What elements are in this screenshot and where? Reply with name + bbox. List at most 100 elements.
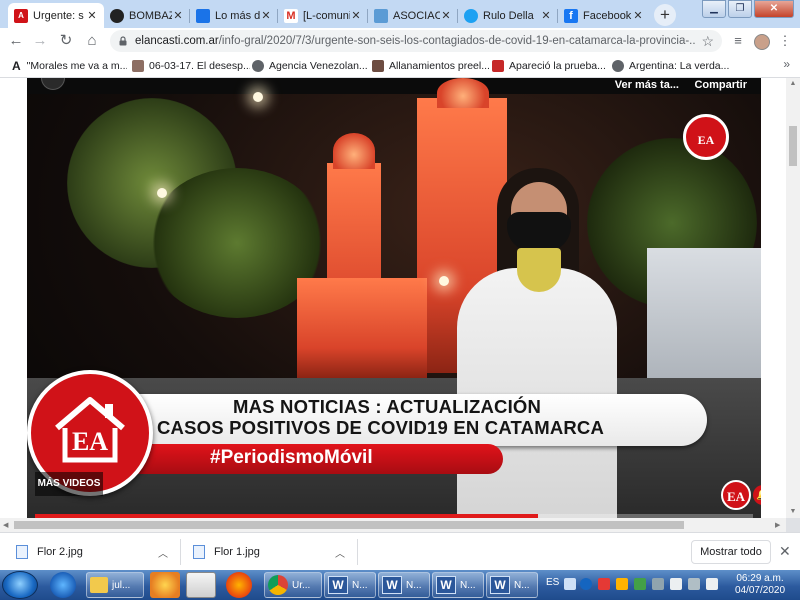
- profile-avatar[interactable]: [752, 31, 772, 51]
- vertical-scrollbar[interactable]: ▲ ▼: [786, 78, 800, 518]
- bookmark-item[interactable]: Argentina: La verda...: [612, 58, 764, 74]
- folder-icon: [90, 577, 108, 593]
- tab-title: Lo más de: [215, 9, 260, 22]
- battery-icon[interactable]: [688, 578, 700, 590]
- close-tab-icon[interactable]: ✕: [260, 9, 272, 22]
- taskbar-chrome-window[interactable]: Ur...: [264, 572, 322, 598]
- back-arrow-icon[interactable]: ←: [6, 31, 26, 51]
- downloads-shelf: Flor 2.jpg ︿ Flor 1.jpg ︿ Mostrar todo ✕: [0, 532, 800, 570]
- word-icon: W: [328, 576, 348, 594]
- close-tab-icon[interactable]: ✕: [540, 9, 552, 22]
- volume-icon[interactable]: [670, 578, 682, 590]
- scroll-up-icon[interactable]: ▲: [789, 80, 797, 88]
- taskbar-word-window[interactable]: W N...: [432, 572, 484, 598]
- paint-app-icon[interactable]: [150, 572, 180, 598]
- scroll-left-icon[interactable]: ◀: [3, 521, 8, 529]
- media-player-icon[interactable]: [186, 572, 216, 598]
- tab-gmail[interactable]: M [L-comuni ✕: [278, 3, 368, 28]
- new-tab-button[interactable]: +: [654, 4, 676, 26]
- language-indicator[interactable]: ES: [546, 577, 559, 588]
- taskbar-word-window[interactable]: W N...: [324, 572, 376, 598]
- system-clock[interactable]: 06:29 a.m. 04/07/2020: [730, 573, 790, 597]
- app-tray-icon[interactable]: [616, 578, 628, 590]
- close-shelf-icon[interactable]: ✕: [779, 543, 791, 560]
- show-all-downloads-button[interactable]: Mostrar todo: [691, 540, 771, 564]
- tab-title: [L-comuni: [303, 9, 350, 22]
- tab-title: BOMBAZO: [129, 9, 172, 22]
- lower-third-line2: CASOS POSITIVOS DE COVID19 EN CATAMARCA: [157, 417, 605, 438]
- reload-icon[interactable]: ↻: [56, 31, 76, 51]
- keyboard-icon[interactable]: [564, 578, 576, 590]
- church-dome-left: [333, 133, 375, 169]
- bookmark-star-icon[interactable]: ☆: [701, 33, 714, 50]
- security-icon[interactable]: [598, 578, 610, 590]
- download-filename: Flor 1.jpg: [214, 546, 260, 558]
- scrollbar-thumb[interactable]: [14, 521, 684, 529]
- logo-text: EA: [71, 427, 109, 456]
- flag-icon[interactable]: [706, 578, 718, 590]
- globe-icon: [252, 60, 264, 72]
- tab-bombazo[interactable]: BOMBAZO ✕: [104, 3, 190, 28]
- scroll-down-icon[interactable]: ▼: [789, 508, 797, 516]
- chevron-up-icon[interactable]: ︿: [158, 545, 168, 560]
- street-lamp: [157, 188, 167, 198]
- maximize-icon[interactable]: ❐: [728, 0, 752, 18]
- help-icon[interactable]: [580, 578, 592, 590]
- menu-dots-icon[interactable]: ⋮: [776, 31, 794, 51]
- bell-icon[interactable]: 🔔: [753, 485, 761, 505]
- more-videos-button[interactable]: MÁS VIDEOS: [35, 472, 103, 496]
- tab-asociacion[interactable]: ASOCIACI ✕: [368, 3, 458, 28]
- window-label: N...: [460, 579, 476, 591]
- watch-more-link[interactable]: Ver más ta...: [615, 79, 679, 91]
- elancasti-logo-top: EA: [683, 114, 729, 160]
- bookmark-item[interactable]: 06-03-17. El desesp...: [132, 58, 250, 74]
- window-controls: ▁ ❐ ✕: [700, 0, 794, 18]
- start-button[interactable]: [2, 571, 38, 599]
- tab-lo-mas-de[interactable]: Lo más de ✕: [190, 3, 278, 28]
- forward-arrow-icon[interactable]: →: [30, 31, 50, 51]
- taskbar-word-window[interactable]: W N...: [378, 572, 430, 598]
- url-text: elancasti.com.ar/info-gral/2020/7/3/urge…: [135, 35, 695, 47]
- close-tab-icon[interactable]: ✕: [172, 9, 184, 22]
- tab-facebook[interactable]: f Facebook ✕: [558, 3, 650, 28]
- app-tray-icon[interactable]: [634, 578, 646, 590]
- close-tab-icon[interactable]: ✕: [632, 9, 644, 22]
- video-player[interactable]: Ver más ta... Compartir EA MAS NOTICIAS …: [27, 78, 761, 518]
- window-label: N...: [352, 579, 368, 591]
- scroll-right-icon[interactable]: ▶: [775, 521, 780, 529]
- share-button[interactable]: Compartir: [694, 79, 747, 91]
- twitter-icon: [464, 8, 478, 23]
- bookmark-item[interactable]: Agencia Venezolan...: [252, 58, 370, 74]
- taskbar-folder-window[interactable]: jul...: [86, 572, 144, 598]
- close-tab-icon[interactable]: ✕: [440, 9, 452, 22]
- site-favicon-icon: [374, 8, 388, 23]
- more-bookmarks-button[interactable]: »: [783, 57, 790, 71]
- taskbar-word-window[interactable]: W N...: [486, 572, 538, 598]
- tab-twitter[interactable]: Rulo Della ✕: [458, 3, 558, 28]
- home-icon[interactable]: ⌂: [82, 31, 102, 51]
- firefox-icon[interactable]: [226, 572, 252, 598]
- logo-text: EA: [697, 133, 715, 147]
- site-favicon-icon: [110, 8, 124, 23]
- scarf: [517, 248, 561, 292]
- chevron-up-icon[interactable]: ︿: [335, 545, 345, 560]
- scrollbar-thumb[interactable]: [789, 126, 797, 166]
- download-item[interactable]: Flor 2.jpg ︿: [16, 533, 168, 571]
- tab-elancasti[interactable]: A Urgente: s ✕: [8, 3, 104, 28]
- download-item[interactable]: Flor 1.jpg ︿: [193, 533, 345, 571]
- address-bar[interactable]: elancasti.com.ar/info-gral/2020/7/3/urge…: [110, 30, 722, 52]
- close-tab-icon[interactable]: ✕: [86, 9, 98, 22]
- close-tab-icon[interactable]: ✕: [350, 9, 362, 22]
- horizontal-scrollbar[interactable]: ◀ ▶: [0, 518, 786, 532]
- window-close-icon[interactable]: ✕: [754, 0, 794, 18]
- minimize-icon[interactable]: ▁: [702, 0, 726, 18]
- network-icon[interactable]: [652, 578, 664, 590]
- church-dome-right: [437, 78, 489, 108]
- media-control-icon[interactable]: ≡: [728, 31, 748, 51]
- internet-explorer-icon[interactable]: [50, 572, 76, 598]
- building-right: [647, 248, 761, 378]
- bookmark-item[interactable]: A "Morales me va a m...: [12, 58, 127, 74]
- bookmarks-bar: A "Morales me va a m... 06-03-17. El des…: [0, 54, 800, 78]
- bookmark-item[interactable]: Apareció la prueba...: [492, 58, 608, 74]
- bookmark-item[interactable]: Allanamientos preel...: [372, 58, 490, 74]
